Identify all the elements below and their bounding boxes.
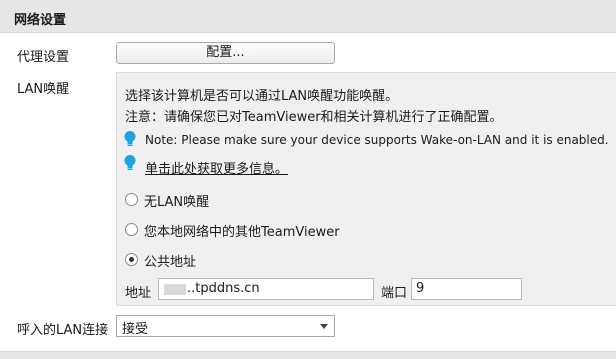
proxy-configure-button[interactable]: 配置... (116, 42, 335, 64)
chevron-down-icon (320, 324, 328, 329)
incoming-lan-label: 呼入的LAN连接 (17, 323, 109, 338)
incoming-lan-selected: 接受 (122, 322, 149, 337)
address-label: 地址 (125, 286, 152, 301)
next-section-header (0, 351, 616, 359)
radio-public-address[interactable] (125, 253, 138, 266)
proxy-settings-label: 代理设置 (17, 50, 70, 65)
more-info-link[interactable]: 单击此处获取更多信息。 (145, 158, 288, 177)
radio-label-no-lan-wake[interactable]: 无LAN唤醒 (144, 191, 209, 210)
lan-wake-label: LAN唤醒 (17, 82, 70, 97)
redacted-text (164, 284, 186, 295)
port-value: 9 (416, 281, 425, 296)
radio-label-public-address[interactable]: 公共地址 (144, 251, 196, 270)
port-label: 端口 (381, 286, 408, 301)
radio-no-lan-wake[interactable] (125, 193, 138, 206)
lightbulb-icon (124, 131, 136, 146)
address-value: ..tpddns.cn (187, 281, 260, 296)
section-title: 网络设置 (14, 13, 67, 28)
lan-wake-panel: 选择该计算机是否可以通过LAN唤醒功能唤醒。 注意：请确保您已对TeamView… (116, 72, 616, 306)
section-header: 网络设置 (0, 0, 616, 33)
radio-label-local-teamviewer[interactable]: 您本地网络中的其他TeamViewer (144, 221, 340, 240)
wol-note: Note: Please make sure your device suppo… (145, 133, 609, 147)
lightbulb-icon (124, 155, 136, 170)
incoming-lan-select[interactable]: 接受 (116, 315, 335, 337)
port-input[interactable]: 9 (411, 278, 522, 300)
radio-local-teamviewer[interactable] (125, 223, 138, 236)
lan-wake-description: 选择该计算机是否可以通过LAN唤醒功能唤醒。 (125, 89, 399, 104)
address-input[interactable]: ..tpddns.cn (158, 278, 374, 300)
lan-wake-warning: 注意：请确保您已对TeamViewer和相关计算机进行了正确配置。 (125, 110, 503, 125)
